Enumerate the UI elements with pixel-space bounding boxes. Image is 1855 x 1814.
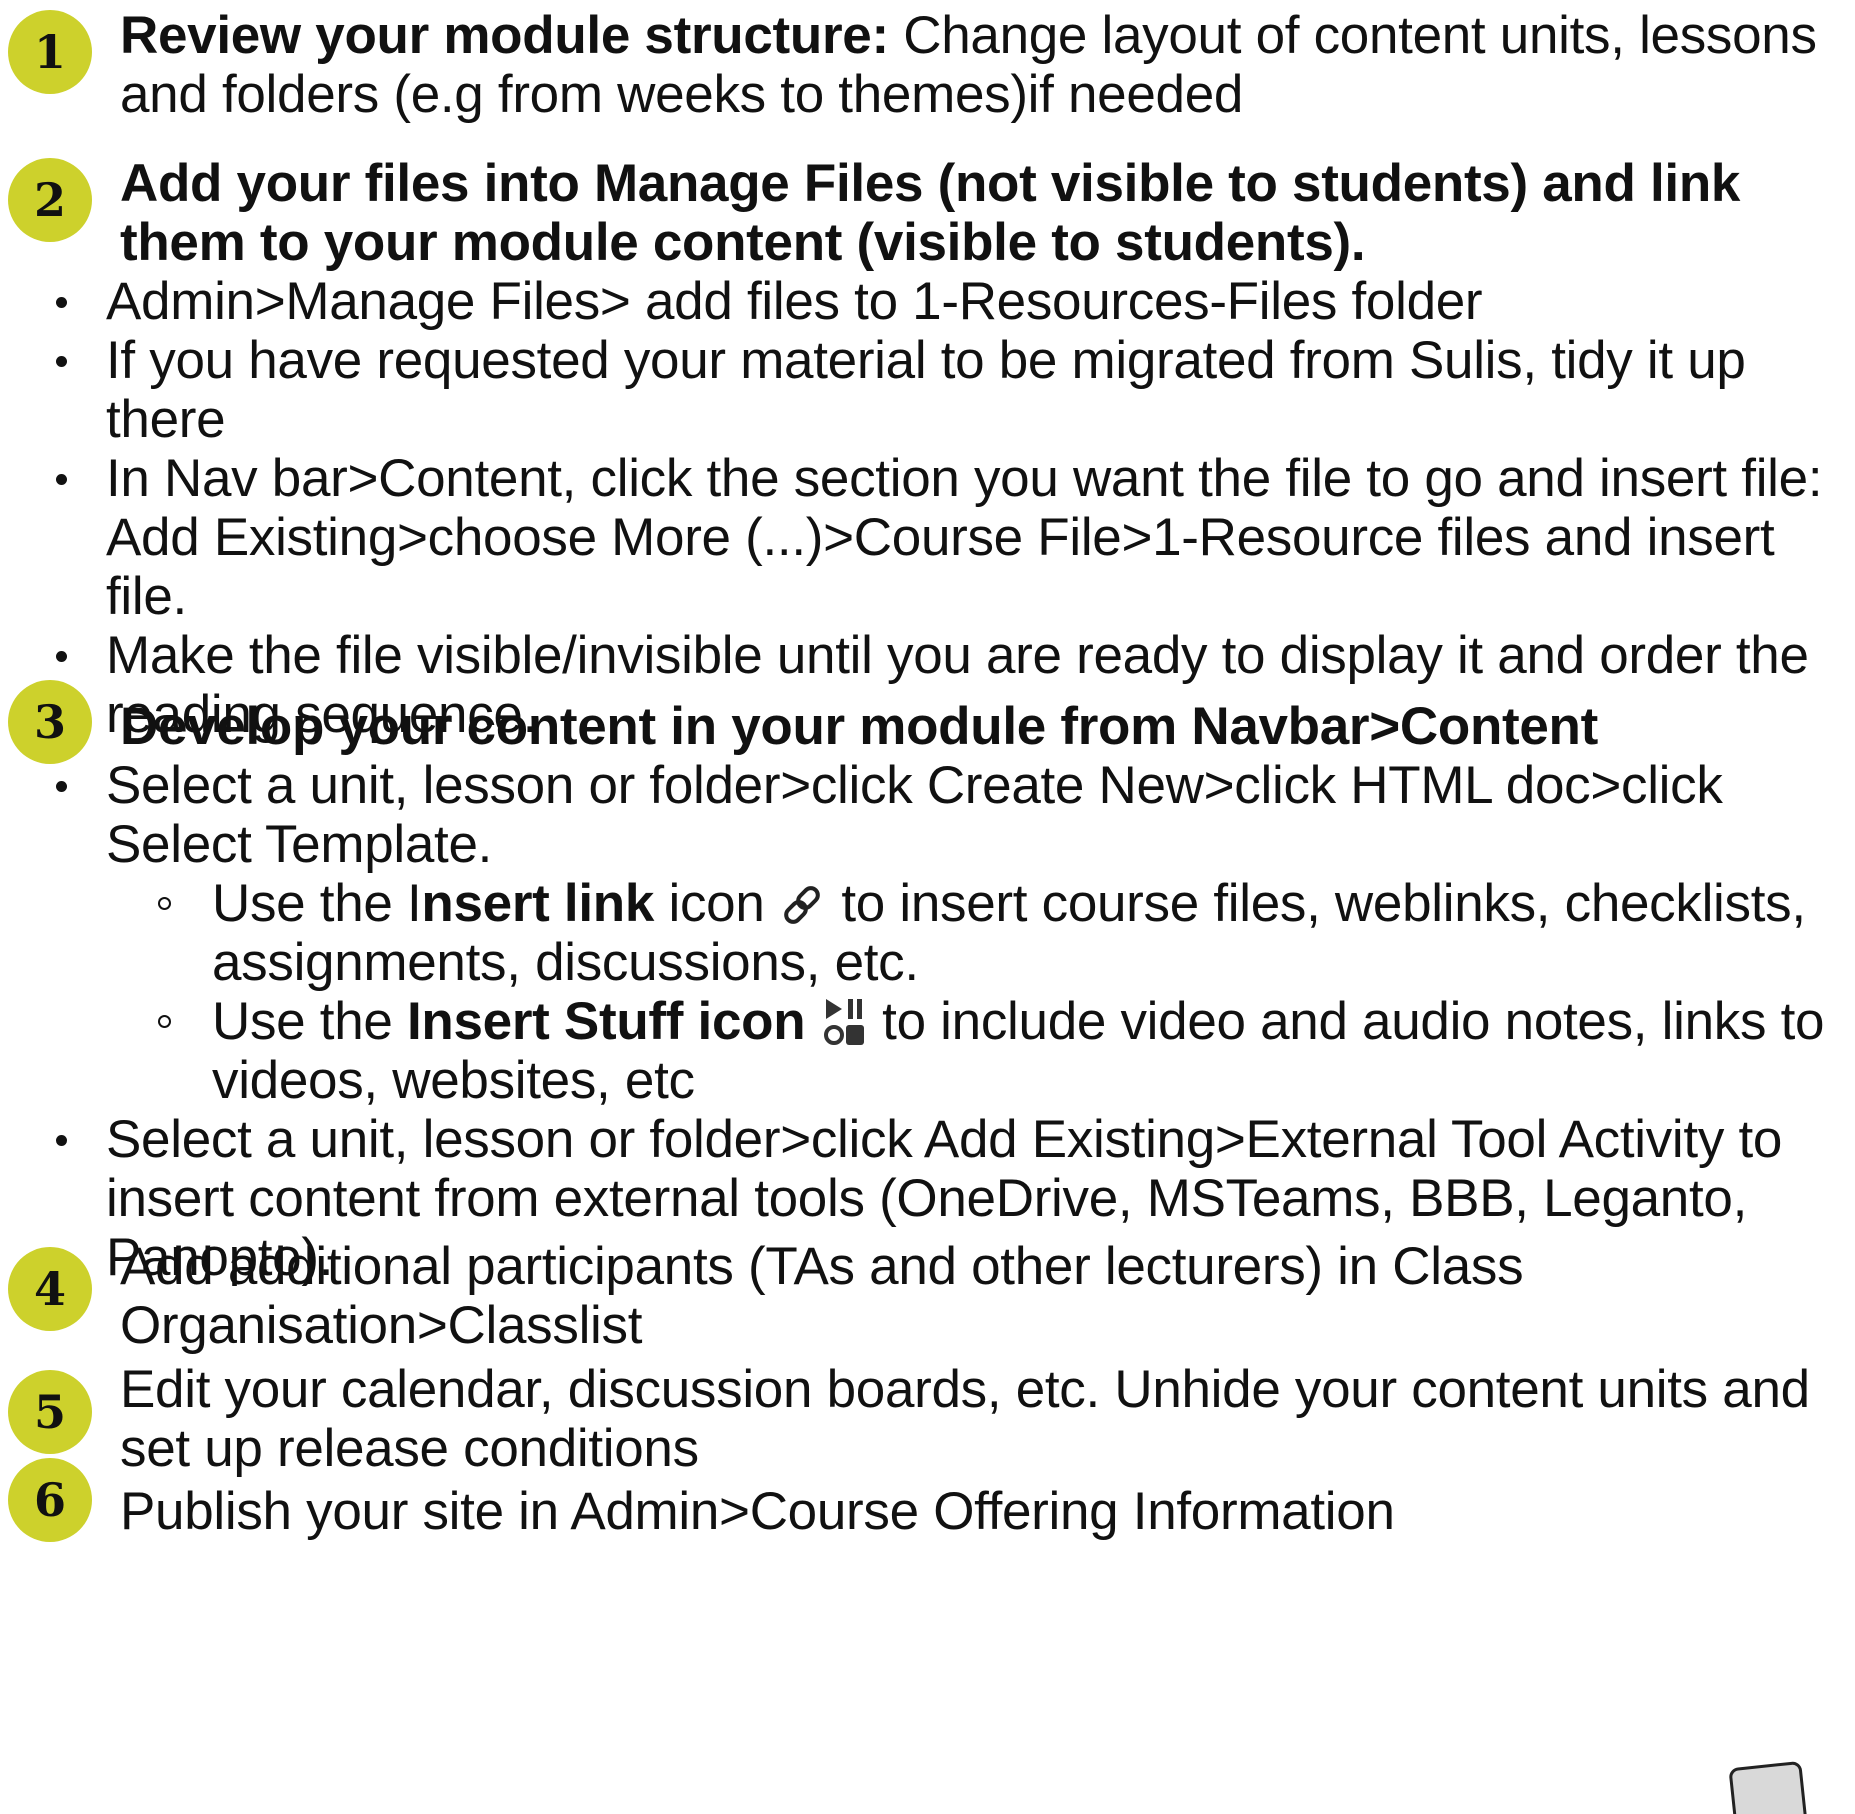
step-number-badge: 2 [8, 158, 92, 242]
sub-list-item: Use the Insert Stuff icon to include vid… [0, 992, 1835, 1110]
step-number: 2 [33, 173, 66, 227]
step-title: Publish your site in Admin>Course Offeri… [120, 1482, 1395, 1541]
laptop-icon [1729, 1761, 1807, 1814]
step-title: Review your module structure: [120, 6, 889, 65]
step-title: Edit your calendar, discussion boards, e… [120, 1360, 1810, 1478]
list-item: Admin>Manage Files> add files to 1-Resou… [0, 272, 1835, 331]
sub-list-text: Use the I [212, 874, 422, 933]
bullet-list: Select a unit, lesson or folder>click Cr… [0, 756, 1835, 1287]
step-text: Review your module structure: Change lay… [120, 6, 1835, 124]
step-title: Add additional participants (TAs and oth… [120, 1237, 1524, 1355]
step-title: Add your files into Manage Files (not vi… [120, 154, 1741, 272]
step-number-badge: 6 [8, 1458, 92, 1542]
list-item: In Nav bar>Content, click the section yo… [0, 449, 1835, 626]
step-number: 4 [33, 1262, 66, 1316]
step-number: 5 [33, 1385, 66, 1439]
step-title: Develop your content in your module from… [120, 697, 1598, 756]
step-number: 3 [33, 695, 66, 749]
sub-list-item: Use the Insert link icon to insert cours… [0, 874, 1835, 992]
step-number-badge: 4 [8, 1247, 92, 1331]
list-item-text: Select a unit, lesson or folder>click Cr… [106, 756, 1723, 874]
list-item: Select a unit, lesson or folder>click Cr… [0, 756, 1835, 1110]
sub-bullet-list: Use the Insert link icon to insert cours… [0, 874, 1835, 1110]
step-text: Add your files into Manage Files (not vi… [56, 154, 1835, 744]
step-number: 6 [33, 1473, 66, 1527]
step-number: 1 [33, 25, 66, 79]
sub-list-bold-text: Insert Stuff icon [406, 992, 806, 1051]
sub-list-text: Use the [212, 992, 407, 1051]
step-number-badge: 1 [8, 10, 92, 94]
step-number-badge: 5 [8, 1370, 92, 1454]
sub-list-text [805, 992, 819, 1051]
step-number-badge: 3 [8, 680, 92, 764]
step-text: Develop your content in your module from… [56, 697, 1835, 1287]
sub-list-bold-text: nsert link [421, 874, 655, 933]
bullet-list: Admin>Manage Files> add files to 1-Resou… [0, 272, 1835, 744]
sub-list-text: icon [654, 874, 779, 933]
insert-stuff-icon [823, 999, 864, 1045]
list-item: If you have requested your material to b… [0, 331, 1835, 449]
insert-link-icon [784, 886, 820, 924]
